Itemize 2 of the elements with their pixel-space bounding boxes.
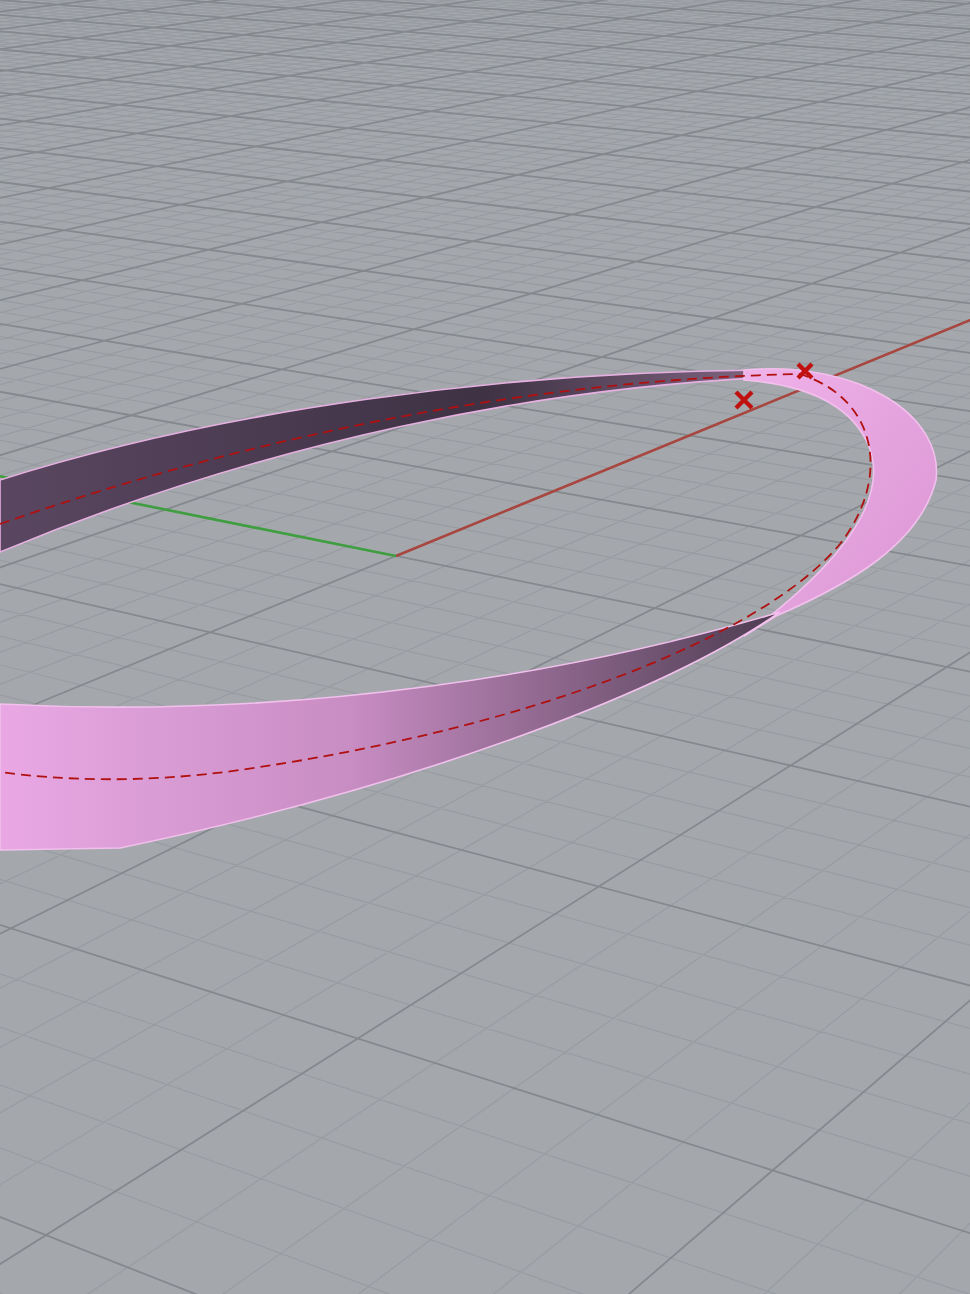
point-marker-icon bbox=[795, 361, 815, 381]
point-marker-icon bbox=[733, 389, 755, 411]
